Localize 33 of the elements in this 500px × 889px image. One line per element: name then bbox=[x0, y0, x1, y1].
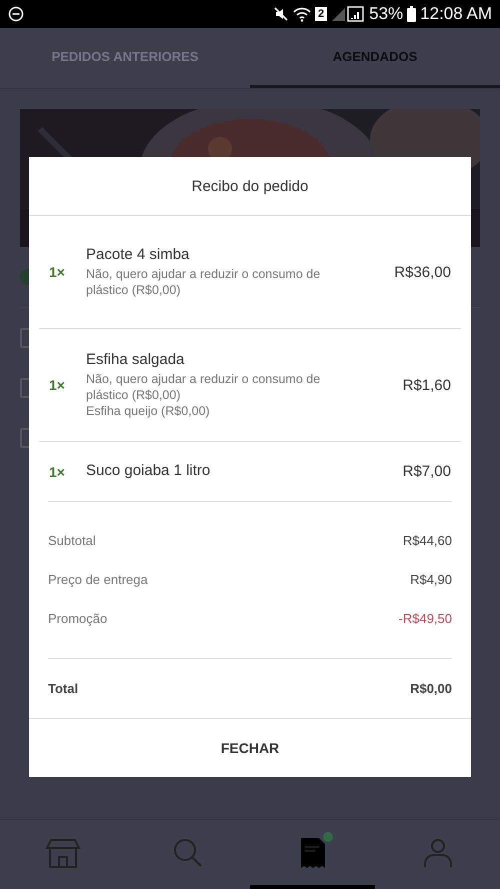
dialog-title: Recibo do pedido bbox=[29, 157, 471, 216]
item-price: R$1,60 bbox=[402, 376, 451, 394]
summary-label: Subtotal bbox=[48, 533, 96, 548]
summary-value: -R$49,50 bbox=[398, 611, 452, 626]
battery-icon bbox=[407, 6, 416, 22]
item-option: Esfiha queijo (R$0,00) bbox=[86, 403, 341, 419]
clock-time: 12:08 AM bbox=[420, 4, 492, 24]
summary-value: R$44,60 bbox=[402, 533, 452, 548]
item-price: R$36,00 bbox=[394, 264, 451, 280]
item-option: Não, quero ajudar a reduzir o consumo de plástico (R$0,00) bbox=[86, 371, 341, 403]
item-option: Não, quero ajudar a reduzir o consumo de plástico (R$0,00) bbox=[86, 266, 341, 298]
item-quantity: 1× bbox=[49, 264, 66, 280]
total-value: R$0,00 bbox=[410, 681, 452, 696]
search-icon bbox=[172, 838, 202, 868]
item-quantity: 1× bbox=[49, 377, 66, 393]
summary-label: Promoção bbox=[48, 611, 108, 626]
item-name: Suco goiaba 1 litro bbox=[86, 462, 212, 478]
item-quantity: 1× bbox=[49, 464, 66, 480]
battery-percent: 53% bbox=[369, 4, 404, 24]
storefront-icon bbox=[44, 838, 80, 868]
item-name: Esfiha salgada bbox=[86, 351, 186, 368]
do-not-disturb-icon bbox=[8, 6, 24, 22]
person-icon bbox=[422, 838, 452, 868]
sim-badge: 2 bbox=[315, 7, 328, 21]
signal-icon bbox=[331, 6, 366, 22]
summary-label: Preço de entrega bbox=[48, 572, 148, 587]
wifi-icon bbox=[293, 6, 312, 22]
summary-value: R$4,90 bbox=[410, 572, 452, 587]
mute-icon bbox=[273, 6, 290, 22]
item-price: R$7,00 bbox=[402, 463, 451, 480]
total-label: Total bbox=[48, 681, 78, 696]
receipt-icon bbox=[300, 838, 324, 868]
item-name: Pacote 4 simba bbox=[86, 246, 190, 263]
